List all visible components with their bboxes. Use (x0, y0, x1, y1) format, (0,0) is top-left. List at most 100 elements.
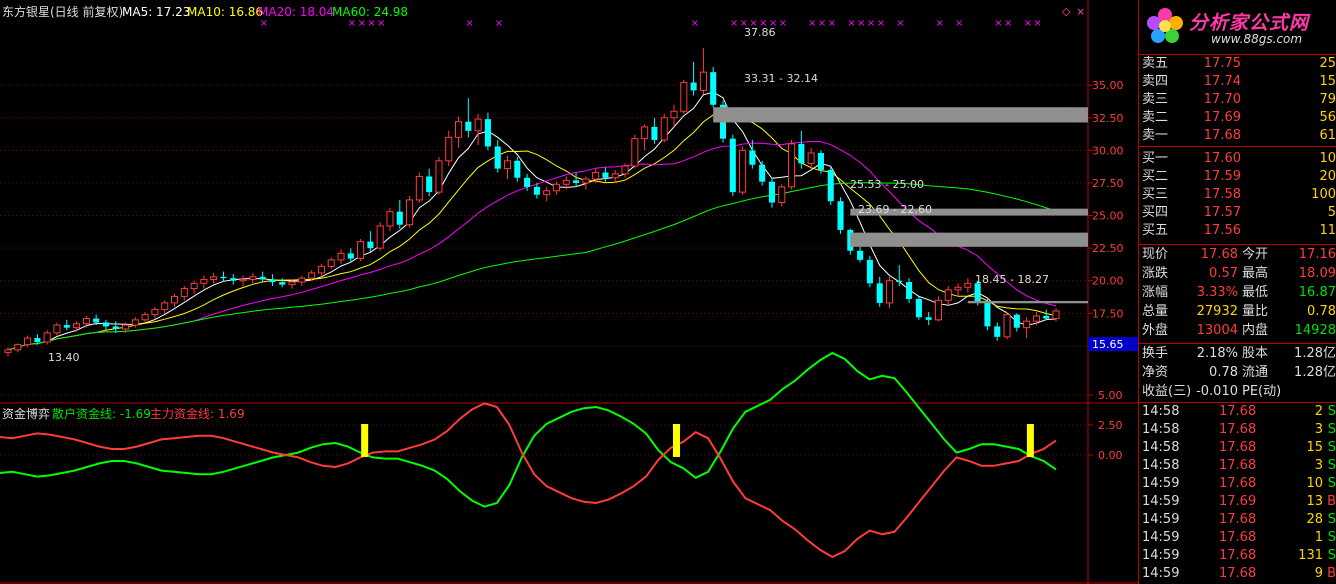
ask-volume: 56 (1319, 110, 1336, 125)
candle-body (230, 278, 237, 281)
signal-marker: × (348, 18, 356, 29)
signal-marker: × (779, 18, 787, 29)
stat-label: 总量 (1142, 304, 1169, 319)
signal-marker: × (495, 18, 503, 29)
stat-label: 现价 (1142, 247, 1169, 262)
candle-body (739, 149, 747, 193)
tick-price: 17.68 (1219, 548, 1257, 563)
tick-volume: 13 (1306, 494, 1323, 509)
candle-body (298, 277, 306, 283)
current-price-tag: 15.65 (1092, 338, 1124, 351)
flower-logo-icon (1147, 8, 1183, 43)
candle-body (533, 186, 540, 195)
ask-row: 卖三 17.70 79 (1139, 91, 1336, 109)
candle-body (190, 282, 198, 290)
bid-price: 17.60 (1203, 151, 1241, 166)
tick-time: 14:59 (1142, 548, 1180, 563)
candle-body (729, 138, 736, 193)
stat-label: 内盘 (1242, 323, 1269, 338)
indicator-tick-label: 5.00 (1098, 389, 1123, 402)
tick-direction: S (1327, 404, 1336, 419)
logo: 分析家公式网 www.88gs.com (1145, 4, 1333, 50)
candle-body (817, 152, 824, 170)
candle-body (1023, 320, 1031, 329)
bid-row: 买五 17.56 11 (1139, 222, 1336, 240)
signal-bar (361, 424, 369, 457)
price-tick-label: 32.50 (1092, 112, 1124, 125)
signal-marker: × (465, 18, 473, 29)
stat-label: 涨幅 (1142, 285, 1169, 300)
diamond-icon[interactable]: ◇ (1062, 5, 1071, 18)
gap3-label: 23.69 - 22.60 (858, 203, 932, 216)
candle-body (239, 278, 247, 282)
candle-body (592, 172, 600, 180)
chart-title: 东方银星(日线 前复权) (2, 4, 123, 19)
ask-row: 卖一 17.68 61 (1139, 127, 1336, 145)
retail-funds-line (0, 351, 1057, 508)
tick-price: 17.68 (1219, 530, 1257, 545)
stat-value: 17.68 (1200, 247, 1238, 262)
indicator-tick-label: 2.50 (1098, 419, 1123, 432)
candle-body (347, 253, 354, 259)
signal-marker: × (935, 18, 943, 29)
candle-body (269, 279, 276, 283)
ask-price: 17.75 (1203, 56, 1241, 71)
tick-row: 14:59 17.68 10 S (1139, 475, 1336, 493)
candle-body (386, 211, 394, 227)
tick-row: 14:58 17.68 2 S (1139, 403, 1336, 421)
candle-body (367, 241, 374, 249)
signal-marker: × (1033, 18, 1041, 29)
candle-body (484, 119, 491, 147)
candle-body (24, 337, 32, 346)
tick-volume: 1 (1314, 530, 1323, 545)
tick-direction: S (1327, 476, 1336, 491)
stat-label: 收益(三) (1142, 384, 1192, 399)
price-tick-label: 20.00 (1092, 275, 1124, 288)
tick-direction: B (1327, 566, 1336, 581)
signal-marker: × (1004, 18, 1012, 29)
signal-marker: × (994, 18, 1002, 29)
candle-body (680, 82, 688, 112)
candle-body (34, 338, 41, 343)
bid-price: 17.58 (1203, 187, 1241, 202)
candle-body (445, 136, 453, 162)
signal-marker: × (955, 18, 963, 29)
candle-body (798, 143, 805, 164)
candle-body (876, 283, 883, 303)
price-tick-label: 22.50 (1092, 242, 1124, 255)
stat-label: PE(动) (1242, 384, 1282, 399)
bid-label: 买一 (1142, 151, 1169, 166)
tick-time: 14:59 (1142, 566, 1180, 581)
stat-label: 最低 (1242, 285, 1269, 300)
candle-body (759, 164, 766, 182)
candle-body (63, 325, 70, 328)
logo-brand: 分析家公式网 (1189, 12, 1310, 34)
kline-chart[interactable]: × × × × × × × × × × × × × × × × × × × × × × × × × × × × 35.0032.503… (0, 0, 1138, 584)
tick-row: 14:58 17.68 3 S (1139, 421, 1336, 439)
tick-row: 14:59 17.68 9 B (1139, 565, 1336, 583)
stat-value: 14928 (1294, 323, 1336, 338)
tick-direction: S (1327, 458, 1336, 473)
candle-body (357, 241, 365, 260)
close-icon[interactable]: × (1076, 5, 1085, 18)
tick-volume: 2 (1314, 404, 1323, 419)
candle-body (249, 276, 257, 280)
candle-body (524, 177, 531, 187)
ask-label: 卖一 (1142, 128, 1169, 143)
candle-body (994, 326, 1001, 337)
stat-label: 涨跌 (1142, 266, 1169, 281)
signal-marker: × (730, 18, 738, 29)
candle-body (474, 118, 482, 132)
stat-value: 17.16 (1298, 247, 1336, 262)
stat-label: 净资 (1142, 365, 1169, 380)
bid-label: 买三 (1142, 187, 1169, 202)
signal-marker: × (367, 18, 375, 29)
indicator-name: 资金博弈 (2, 406, 50, 421)
divider (1139, 244, 1336, 245)
ask-label: 卖三 (1142, 92, 1169, 107)
tick-direction: S (1327, 422, 1336, 437)
candle-body (82, 318, 90, 325)
tick-row: 14:58 17.68 15 S (1139, 439, 1336, 457)
candle-body (934, 299, 943, 321)
stat-row: 现价 17.68 今开 17.16 (1139, 246, 1336, 264)
